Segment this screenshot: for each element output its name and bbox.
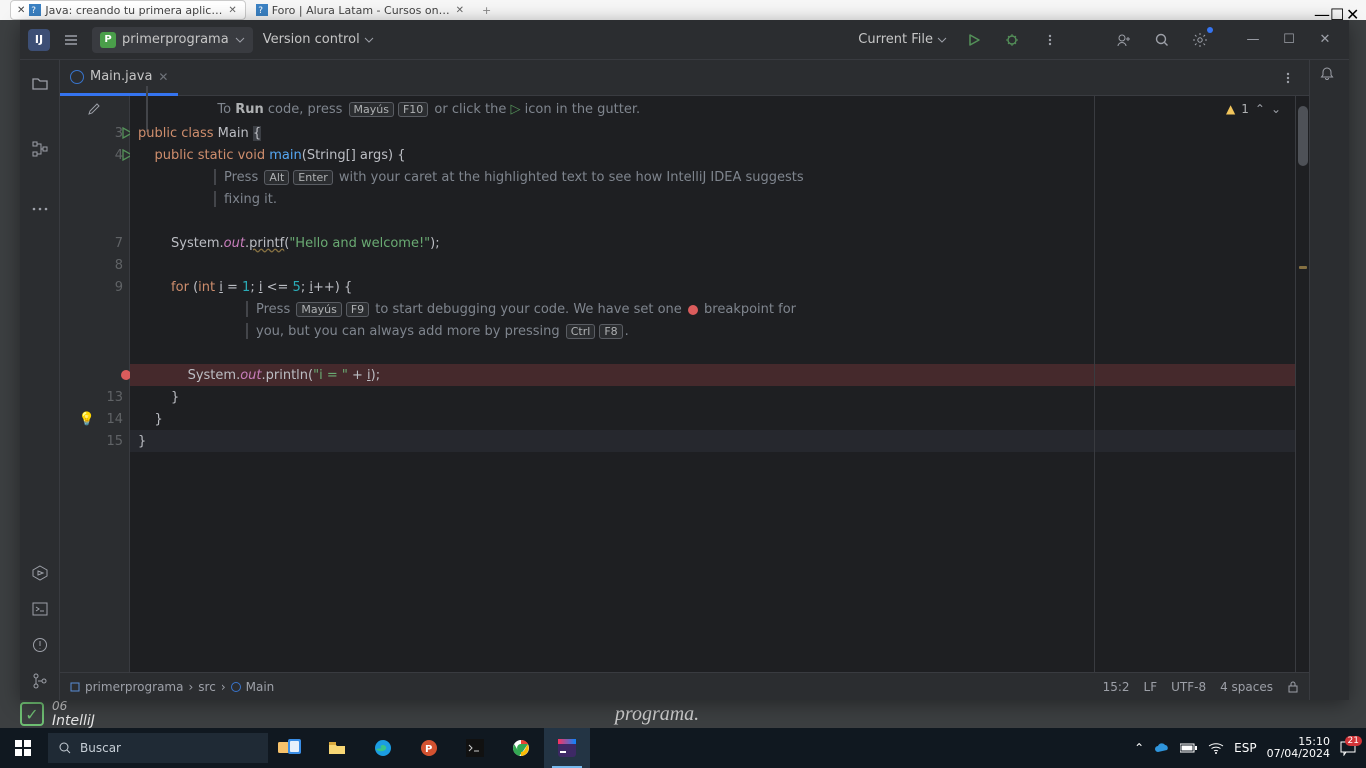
maximize-button[interactable]: ☐	[1273, 26, 1305, 54]
taskview-icon[interactable]	[268, 728, 314, 768]
lesson-number: 06	[52, 700, 95, 713]
browser-close-icon[interactable]: ✕	[1346, 5, 1356, 15]
edit-hint-icon[interactable]	[87, 102, 101, 116]
editor-gutter[interactable]: 3 4 7 8 9 13 14	[60, 96, 130, 672]
chrome-icon[interactable]	[498, 728, 544, 768]
main-menu-button[interactable]	[60, 29, 82, 51]
editor-tab-label: Main.java	[90, 69, 152, 84]
minimize-button[interactable]: —	[1237, 26, 1269, 54]
tray-chevron-up-icon[interactable]: ⌃	[1134, 741, 1144, 755]
search-placeholder: Buscar	[80, 741, 121, 755]
intention-bulb-icon[interactable]: 💡	[79, 412, 95, 427]
chevron-down-icon[interactable]: ⌄	[1271, 102, 1281, 116]
svg-text:?: ?	[32, 6, 37, 16]
git-tool-button[interactable]	[29, 670, 51, 692]
taskbar-search[interactable]: Buscar	[48, 733, 268, 763]
problems-tool-button[interactable]	[29, 634, 51, 656]
tab-actions-button[interactable]	[1277, 67, 1299, 89]
java-class-icon	[70, 70, 84, 84]
edge-icon[interactable]	[360, 728, 406, 768]
structure-tool-button[interactable]	[29, 138, 51, 160]
close-tab-icon[interactable]: ✕	[158, 70, 168, 84]
notifications-button[interactable]	[1319, 66, 1341, 88]
project-selector[interactable]: P primerprograma	[92, 27, 253, 53]
terminal-taskbar-icon[interactable]	[452, 728, 498, 768]
breadcrumb[interactable]: primerprograma › src › Main	[70, 680, 274, 694]
version-control-menu[interactable]: Version control	[263, 32, 374, 47]
readonly-lock-icon[interactable]	[1287, 681, 1299, 693]
back-heading: programa.	[615, 703, 699, 726]
svg-text:?: ?	[258, 6, 263, 16]
editor-scrollbar[interactable]	[1295, 96, 1309, 672]
onedrive-icon[interactable]	[1154, 742, 1170, 754]
back-lesson-title: IntelliJ	[52, 713, 95, 728]
taskbar-clock[interactable]: 15:10 07/04/2024	[1267, 736, 1330, 760]
settings-button[interactable]	[1189, 29, 1211, 51]
file-explorer-icon[interactable]	[314, 728, 360, 768]
more-tools-button[interactable]	[29, 198, 51, 220]
status-indent[interactable]: 4 spaces	[1220, 680, 1273, 694]
status-line-ending[interactable]: LF	[1144, 680, 1158, 694]
close-button[interactable]: ✕	[1309, 26, 1341, 54]
project-name: primerprograma	[122, 32, 229, 47]
more-actions-button[interactable]	[1039, 29, 1061, 51]
search-everywhere-button[interactable]	[1151, 29, 1173, 51]
chevron-up-icon[interactable]: ⌃	[1255, 102, 1265, 116]
services-tool-button[interactable]	[29, 562, 51, 584]
warning-icon: ▲	[1226, 102, 1235, 116]
check-icon: ✓	[20, 702, 44, 726]
language-indicator[interactable]: ESP	[1234, 741, 1256, 755]
terminal-tool-button[interactable]	[29, 598, 51, 620]
browser-tab-1-label: Java: creando tu primera aplic…	[45, 4, 222, 17]
status-caret-pos[interactable]: 15:2	[1103, 680, 1130, 694]
browser-tab-2-label: Foro | Alura Latam - Cursos on…	[272, 4, 450, 17]
browser-tab-1[interactable]: ✕ ? Java: creando tu primera aplic… ✕	[10, 0, 246, 20]
run-config-selector[interactable]: Current File	[858, 32, 947, 47]
close-icon[interactable]: ✕	[226, 5, 238, 16]
debug-button[interactable]	[1001, 29, 1023, 51]
browser-newtab[interactable]: +	[476, 0, 497, 20]
browser-tab-2[interactable]: ? Foro | Alura Latam - Cursos on… ✕	[250, 0, 472, 20]
windows-start-button[interactable]	[0, 728, 46, 768]
battery-icon[interactable]	[1180, 743, 1198, 753]
wifi-icon[interactable]	[1208, 742, 1224, 754]
browser-maximize-icon[interactable]: ☐	[1330, 5, 1340, 15]
status-encoding[interactable]: UTF-8	[1171, 680, 1206, 694]
svg-text:P: P	[425, 744, 432, 755]
intellij-logo-icon[interactable]: IJ	[28, 29, 50, 51]
action-center-icon[interactable]: 21	[1340, 740, 1356, 756]
code-with-me-button[interactable]	[1113, 29, 1135, 51]
run-button[interactable]	[963, 29, 985, 51]
intellij-taskbar-icon[interactable]	[544, 728, 590, 768]
project-tool-button[interactable]	[29, 73, 51, 95]
powerpoint-icon[interactable]: P	[406, 728, 452, 768]
code-editor[interactable]: ▲ 1 ⌃ ⌄ To Run code, press MayúsF10 or c…	[130, 96, 1295, 672]
browser-minimize-icon[interactable]: —	[1314, 5, 1324, 15]
inspection-widget[interactable]: ▲ 1 ⌃ ⌄	[1226, 102, 1281, 116]
close-icon[interactable]: ✕	[454, 5, 466, 16]
